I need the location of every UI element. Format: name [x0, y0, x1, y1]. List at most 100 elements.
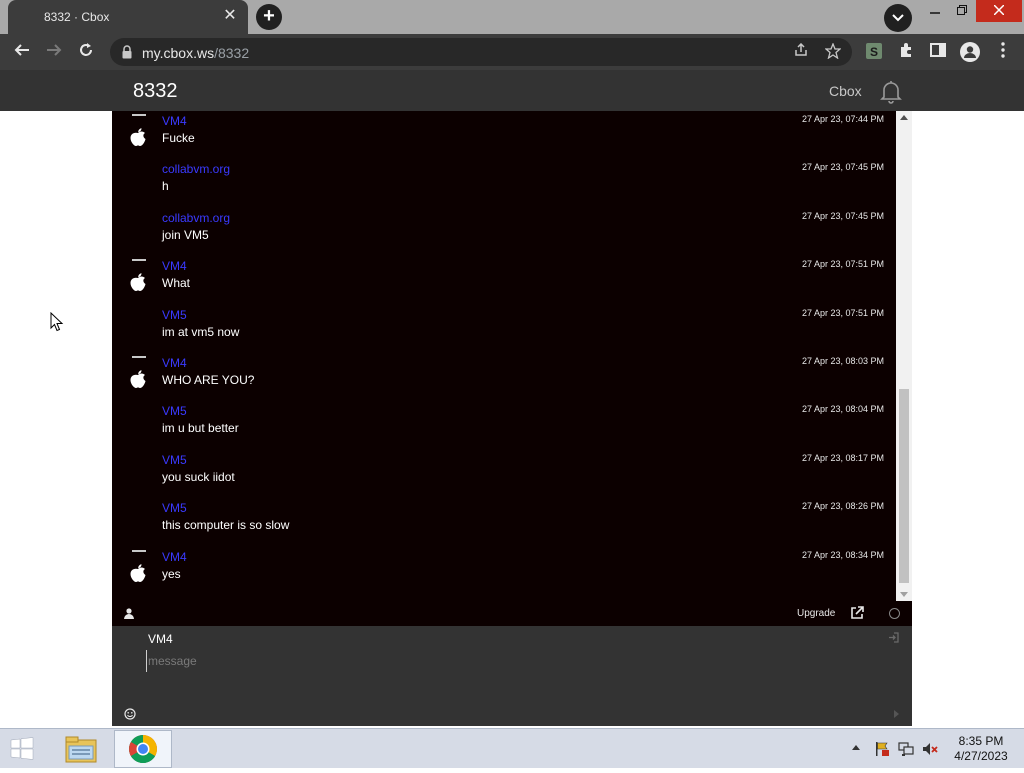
back-button[interactable]: [10, 40, 34, 64]
message-username[interactable]: VM4: [162, 550, 187, 564]
message-timestamp: 27 Apr 23, 07:51 PM: [801, 308, 884, 318]
message-text: join VM5: [162, 228, 209, 242]
emoji-icon[interactable]: [124, 708, 136, 720]
restore-icon: [957, 5, 967, 15]
avatar-divider: [132, 356, 146, 358]
chat-message: VM5 im at vm5 now 27 Apr 23, 07:51 PM: [112, 302, 896, 350]
post-name-field[interactable]: VM4: [148, 632, 173, 646]
window-minimize-button[interactable]: [922, 0, 948, 22]
close-icon: [993, 4, 1005, 16]
send-icon[interactable]: [894, 710, 899, 718]
window-close-button[interactable]: [976, 0, 1022, 22]
page-title: 8332: [133, 80, 178, 102]
windows-taskbar: 8:35 PM 4/27/2023: [0, 728, 1024, 768]
reload-icon: [80, 43, 92, 56]
svg-text:S: S: [870, 45, 878, 59]
chrome-icon: [129, 735, 157, 763]
message-username[interactable]: VM4: [162, 356, 187, 370]
chat-message: VM5 this computer is so slow 27 Apr 23, 08…: [112, 495, 896, 543]
window-restore-button[interactable]: [949, 0, 975, 22]
message-timestamp: 27 Apr 23, 07:44 PM: [801, 114, 884, 124]
chat-message: VM5 im u but better 27 Apr 23, 08:04 PM: [112, 398, 896, 446]
forward-button[interactable]: [42, 40, 66, 64]
menu-icon[interactable]: [993, 42, 1013, 62]
apple-icon: [130, 273, 146, 291]
message-username[interactable]: collabvm.org: [162, 211, 230, 225]
star-icon[interactable]: [824, 42, 842, 61]
site-header: 8332 Cbox: [0, 70, 1024, 111]
arrow-right-icon: [47, 44, 62, 56]
clock-time: 8:35 PM: [958, 734, 1004, 748]
new-tab-button[interactable]: +: [256, 4, 282, 30]
message-list[interactable]: VM4 Fucke 27 Apr 23, 07:44 PM collabvm.org h…: [112, 111, 896, 601]
lock-icon: [122, 45, 132, 59]
chevron-down-icon: [892, 14, 904, 22]
message-username[interactable]: VM5: [162, 453, 187, 467]
side-panel-icon[interactable]: [928, 42, 948, 62]
chrome-taskbar-button[interactable]: [114, 730, 172, 768]
apple-icon: [130, 128, 146, 146]
extension-icon[interactable]: S: [864, 42, 884, 62]
cbox-brand-link[interactable]: Cbox: [829, 83, 862, 99]
message-scrollbar[interactable]: [896, 111, 912, 601]
windows-start-icon[interactable]: [4, 735, 40, 763]
user-icon[interactable]: [124, 608, 134, 619]
message-username[interactable]: VM5: [162, 308, 187, 322]
chat-message: VM4 WHO ARE YOU? 27 Apr 23, 08:03 PM: [112, 350, 896, 398]
tab-title: 8332 · Cbox: [44, 10, 110, 24]
upgrade-link[interactable]: Upgrade: [797, 608, 835, 619]
message-username[interactable]: collabvm.org: [162, 162, 230, 176]
message-timestamp: 27 Apr 23, 08:03 PM: [801, 356, 884, 366]
avatar-divider: [132, 114, 146, 116]
clock-date: 4/27/2023: [954, 749, 1008, 763]
message-text: WHO ARE YOU?: [162, 373, 255, 387]
browser-tab[interactable]: 8332 · Cbox ✕: [8, 0, 248, 34]
message-timestamp: 27 Apr 23, 07:45 PM: [801, 162, 884, 172]
message-text: im at vm5 now: [162, 325, 240, 339]
message-timestamp: 27 Apr 23, 07:45 PM: [801, 211, 884, 221]
file-explorer-button[interactable]: [52, 730, 110, 768]
message-text: im u but better: [162, 421, 239, 435]
reload-button[interactable]: [74, 40, 98, 64]
tray-overflow-icon[interactable]: [852, 745, 860, 750]
message-username[interactable]: VM5: [162, 404, 187, 418]
popout-icon[interactable]: [850, 606, 864, 620]
message-username[interactable]: VM4: [162, 114, 187, 128]
scroll-down-arrow[interactable]: [900, 592, 908, 597]
chat-message: collabvm.org join VM5 27 Apr 23, 07:45 PM: [112, 205, 896, 253]
scroll-up-arrow[interactable]: [900, 115, 908, 120]
browser-titlebar: 8332 · Cbox ✕ +: [0, 0, 1024, 34]
share-icon[interactable]: [792, 42, 810, 61]
url-host: my.cbox.ws: [142, 45, 215, 61]
scroll-thumb[interactable]: [899, 389, 909, 583]
message-timestamp: 27 Apr 23, 08:04 PM: [801, 404, 884, 414]
status-circle-icon[interactable]: [889, 608, 900, 619]
chat-message: VM5 you suck iidot 27 Apr 23, 08:17 PM: [112, 447, 896, 495]
avatar-divider: [132, 550, 146, 552]
volume-muted-icon[interactable]: [922, 741, 938, 757]
message-input[interactable]: [146, 650, 846, 672]
address-bar[interactable]: my.cbox.ws/8332: [110, 38, 852, 66]
tab-search-button[interactable]: [884, 4, 912, 32]
tab-close-icon[interactable]: ✕: [220, 6, 240, 26]
chat-panel: VM4 Fucke 27 Apr 23, 07:44 PM collabvm.org h…: [112, 111, 912, 726]
minimize-icon: [930, 12, 940, 14]
url-text: my.cbox.ws/8332: [142, 45, 249, 61]
apple-icon: [130, 564, 146, 582]
message-text: h: [162, 179, 169, 193]
message-timestamp: 27 Apr 23, 08:26 PM: [801, 501, 884, 511]
bell-icon[interactable]: [878, 78, 904, 104]
message-username[interactable]: VM4: [162, 259, 187, 273]
chat-message: VM4 What 27 Apr 23, 07:51 PM: [112, 253, 896, 301]
message-timestamp: 27 Apr 23, 08:17 PM: [801, 453, 884, 463]
system-clock[interactable]: 8:35 PM 4/27/2023: [946, 734, 1016, 764]
network-icon[interactable]: [898, 741, 914, 757]
message-username[interactable]: VM5: [162, 501, 187, 515]
extensions-icon[interactable]: [896, 42, 916, 62]
browser-toolbar: my.cbox.ws/8332 S: [0, 34, 1024, 70]
login-icon[interactable]: [888, 632, 899, 646]
chat-message: VM4 Fucke 27 Apr 23, 07:44 PM: [112, 111, 896, 156]
action-center-flag-icon[interactable]: [874, 741, 890, 757]
message-text: this computer is so slow: [162, 518, 290, 532]
profile-icon[interactable]: [960, 42, 980, 62]
